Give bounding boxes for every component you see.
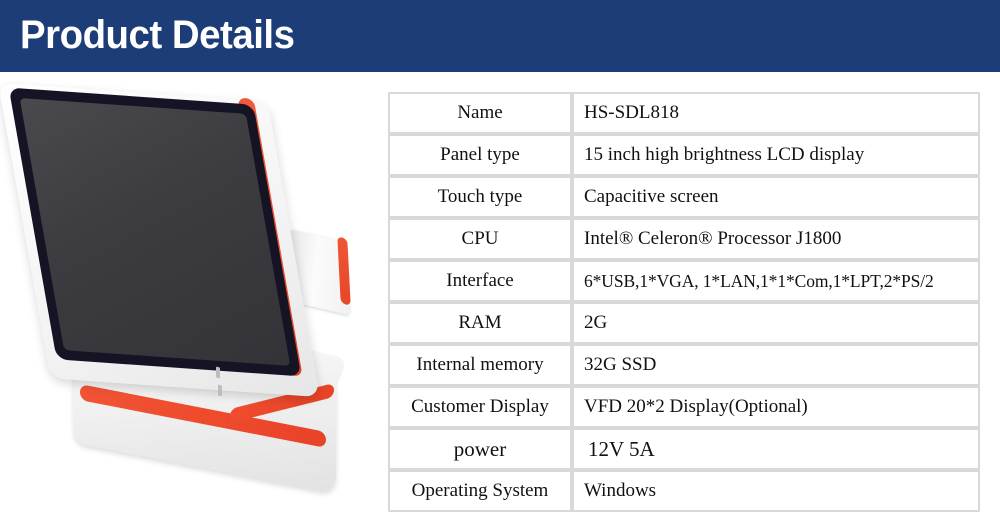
spec-value: Capacitive screen [572, 176, 980, 218]
spec-label: Operating System [388, 470, 572, 512]
spec-label: Name [388, 92, 572, 134]
spec-value: VFD 20*2 Display(Optional) [572, 386, 980, 428]
table-row: Touch type Capacitive screen [388, 176, 980, 218]
pos-port-icon [218, 384, 222, 397]
product-image [0, 78, 380, 494]
spec-value: Windows [572, 470, 980, 512]
spec-value: 6*USB,1*VGA, 1*LAN,1*1*Com,1*LPT,2*PS/2 [572, 260, 980, 302]
spec-label: power [388, 428, 572, 470]
spec-value: HS-SDL818 [572, 92, 980, 134]
spec-value: 12V 5A [572, 428, 980, 470]
spec-value: 15 inch high brightness LCD display [572, 134, 980, 176]
spec-label: Touch type [388, 176, 572, 218]
specification-table: Name HS-SDL818 Panel type 15 inch high b… [388, 92, 980, 512]
table-row: Name HS-SDL818 [388, 92, 980, 134]
pos-terminal-illustration [0, 78, 380, 494]
table-row: Internal memory 32G SSD [388, 344, 980, 386]
table-row: CPU Intel® Celeron® Processor J1800 [388, 218, 980, 260]
pos-touchscreen [19, 98, 291, 366]
specification-table-body: Name HS-SDL818 Panel type 15 inch high b… [388, 92, 980, 512]
spec-value: 2G [572, 302, 980, 344]
table-row: Interface 6*USB,1*VGA, 1*LAN,1*1*Com,1*L… [388, 260, 980, 302]
spec-label: Customer Display [388, 386, 572, 428]
spec-label: Panel type [388, 134, 572, 176]
spec-label: Interface [388, 260, 572, 302]
table-row: Operating System Windows [388, 470, 980, 512]
page-header-banner: Product Details [0, 0, 1000, 72]
table-row: RAM 2G [388, 302, 980, 344]
table-row: power 12V 5A [388, 428, 980, 470]
page-title: Product Details [20, 13, 295, 57]
table-row: Customer Display VFD 20*2 Display(Option… [388, 386, 980, 428]
spec-label: RAM [388, 302, 572, 344]
pos-port-icon [216, 366, 220, 379]
spec-value: Intel® Celeron® Processor J1800 [572, 218, 980, 260]
spec-value: 32G SSD [572, 344, 980, 386]
spec-label: Internal memory [388, 344, 572, 386]
spec-label: CPU [388, 218, 572, 260]
table-row: Panel type 15 inch high brightness LCD d… [388, 134, 980, 176]
